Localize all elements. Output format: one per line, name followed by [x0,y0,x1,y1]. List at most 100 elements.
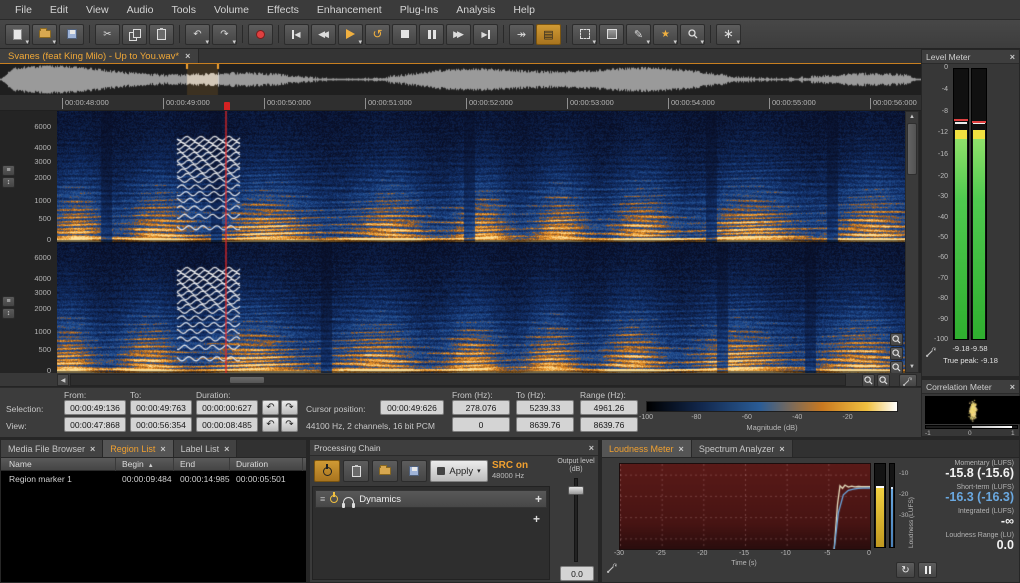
vertical-scrollbar[interactable]: ▲ ▼ [905,111,919,373]
dropdown-arrow-icon[interactable]: ▾ [736,38,740,46]
tab-close-icon[interactable]: × [90,444,95,454]
selection-from-hz-field[interactable]: 278.076 [452,400,510,415]
tab-loudness-meter[interactable]: Loudness Meter × [602,440,692,457]
view-range-hz-field[interactable]: 8639.76 [580,417,638,432]
region-column-header-end[interactable]: End [177,458,230,471]
menu-item-tools[interactable]: Tools [162,4,205,16]
menu-item-volume[interactable]: Volume [205,4,258,16]
scroll-down-icon[interactable]: ▼ [906,362,918,372]
copy-button[interactable] [122,23,147,45]
drag-handle-icon[interactable]: ≡ [320,494,325,504]
level-meter-close-icon[interactable]: × [1010,52,1015,62]
tab-close-icon[interactable]: × [224,444,229,454]
channel2-menu-button[interactable]: ≡ [2,296,15,307]
new-file-button[interactable]: ▾ [5,23,30,46]
horizontal-scrollbar[interactable]: ◀ [0,373,921,387]
spectrogram-canvas[interactable] [57,111,905,373]
headphones-icon[interactable] [342,496,356,508]
correlation-meter-close-icon[interactable]: × [1010,382,1015,392]
document-tab-close-icon[interactable]: × [185,51,190,61]
dropdown-arrow-icon[interactable]: ▾ [673,38,677,46]
region-column-header-duration[interactable]: Duration [233,458,303,471]
stop-button[interactable] [392,23,417,45]
region-list-row[interactable]: Region marker 1 00:00:09:484 00:00:14:985 0… [1,473,306,485]
chain-item-dynamics[interactable]: ≡ Dynamics + [315,490,547,508]
playback-cursor-marker[interactable] [224,102,230,110]
retouch-tool-button[interactable]: ∗ ▾ [716,23,741,46]
menu-item-file[interactable]: File [6,4,41,16]
region-column-header-name[interactable]: Name [6,458,116,471]
selection-to-field[interactable]: 00:00:49:763 [130,400,192,415]
redo-button[interactable]: ↷ ▾ [212,23,237,46]
dropdown-arrow-icon[interactable]: ▾ [700,38,704,46]
open-file-button[interactable]: ▾ [32,23,57,46]
undo-button[interactable]: ↶ ▾ [185,23,210,46]
channel2-zoom-button[interactable]: ↕ [2,308,15,319]
horizontal-scroll-thumb[interactable] [229,376,265,384]
output-level-slider[interactable] [568,478,584,562]
go-to-end-button[interactable]: ▶ [473,23,498,45]
vertical-scroll-thumb[interactable] [907,123,917,175]
selection-to-hz-field[interactable]: 5239.33 [516,400,574,415]
chain-copy-button[interactable] [343,460,369,482]
apply-button[interactable]: Apply ▾ [430,460,488,482]
play-button[interactable]: ▾ [338,23,363,46]
output-level-value[interactable]: 0.0 [560,566,594,581]
view-to-hz-field[interactable]: 8639.76 [516,417,574,432]
waveform-overview[interactable] [0,64,921,96]
channel1-menu-button[interactable]: ≡ [2,165,15,176]
region-column-header-begin[interactable]: Begin ▲ [119,458,174,471]
selection-duration-field[interactable]: 00:00:00:627 [196,400,258,415]
wrench-icon[interactable] [607,562,618,573]
chain-power-button[interactable] [314,460,340,482]
selection-redo-button[interactable]: ↷ [281,400,298,415]
cut-button[interactable]: ✂ [95,23,120,45]
menu-item-analysis[interactable]: Analysis [447,4,504,16]
view-duration-field[interactable]: 00:00:08:485 [196,417,258,432]
wrench-icon[interactable] [926,346,937,357]
dropdown-arrow-icon[interactable]: ▾ [646,38,650,46]
tab-media-file-browser[interactable]: Media File Browser × [1,440,104,457]
magic-wand-tool-button[interactable]: ★ ▾ [653,23,678,46]
loudness-pause-button[interactable] [918,562,937,578]
menu-item-plug-ins[interactable]: Plug-Ins [391,4,448,16]
record-button[interactable] [248,23,273,45]
tab-close-icon[interactable]: × [160,444,165,454]
zoom-tool-button[interactable]: ▾ [680,23,705,46]
dropdown-arrow-icon[interactable]: ▾ [592,38,596,46]
save-file-button[interactable] [59,23,84,45]
dropdown-arrow-icon[interactable]: ▾ [358,38,362,46]
horizontal-scroll-track[interactable] [70,374,846,386]
view-redo-button[interactable]: ↷ [281,417,298,432]
slider-thumb[interactable] [568,486,584,495]
view-from-field[interactable]: 00:00:47:868 [64,417,126,432]
draw-selection-tool-button[interactable]: ✎ ▾ [626,23,651,46]
chain-open-button[interactable] [372,460,398,482]
chain-save-button[interactable] [401,460,427,482]
selection-undo-button[interactable]: ↶ [262,400,279,415]
time-selection-tool-button[interactable]: ▾ [572,23,597,46]
loudness-reset-button[interactable]: ↻ [896,562,915,578]
tab-spectrum-analyzer[interactable]: Spectrum Analyzer × [691,440,793,457]
zoom-in-horizontal-button[interactable] [862,374,875,387]
zoom-out-vertical-button[interactable] [890,347,903,360]
dropdown-arrow-icon[interactable]: ▾ [205,38,209,46]
dropdown-arrow-icon[interactable]: ▾ [52,38,56,46]
fast-forward-button[interactable]: ▶▶ [446,23,471,45]
dropdown-arrow-icon[interactable]: ▾ [232,38,236,46]
menu-item-edit[interactable]: Edit [41,4,77,16]
menu-item-view[interactable]: View [77,4,118,16]
menu-item-enhancement[interactable]: Enhancement [308,4,391,16]
tab-close-icon[interactable]: × [779,444,784,454]
zoom-out-horizontal-button[interactable] [877,374,890,387]
dropdown-arrow-icon[interactable]: ▾ [25,38,29,46]
add-item-icon[interactable]: + [535,492,542,506]
go-to-start-button[interactable]: ◀ [284,23,309,45]
zoom-in-vertical-button[interactable] [890,333,903,346]
scroll-left-icon[interactable]: ◀ [57,374,69,386]
power-icon[interactable] [330,495,339,503]
region-list-header[interactable]: Name Begin ▲ End Duration [1,458,306,471]
rectangle-selection-tool-button[interactable] [599,23,624,45]
view-undo-button[interactable]: ↶ [262,417,279,432]
view-to-field[interactable]: 00:00:56:354 [130,417,192,432]
